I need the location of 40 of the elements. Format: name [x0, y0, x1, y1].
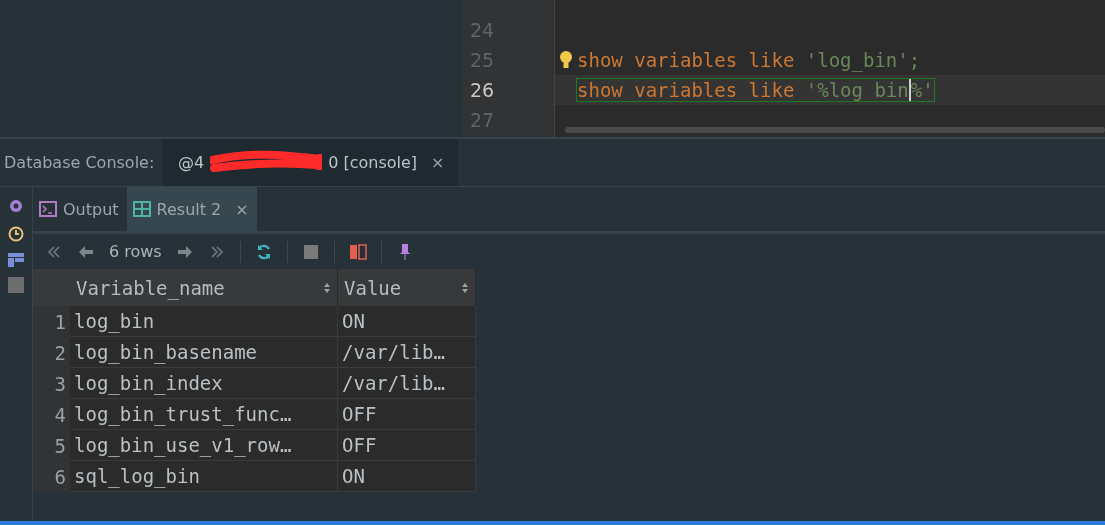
history-icon[interactable]: [7, 225, 25, 243]
code-line: show variables like 'log_bin';: [577, 49, 921, 71]
scrollbar[interactable]: [565, 127, 1105, 133]
table-cell: log_bin_trust_func…: [70, 399, 338, 430]
table-cell: log_bin: [70, 306, 338, 337]
result-tab[interactable]: Output: [33, 187, 127, 231]
table-cell: log_bin_use_v1_row…: [70, 430, 338, 461]
sort-icon[interactable]: [461, 281, 469, 294]
line-number: 26: [469, 78, 496, 103]
revert-icon[interactable]: [348, 242, 367, 261]
result-tab[interactable]: Result 2 ×: [126, 187, 257, 231]
table-cell: sql_log_bin: [70, 461, 338, 492]
table-cell: /var/lib…: [338, 337, 476, 368]
terminal-icon: [39, 201, 57, 217]
layout-icon[interactable]: [8, 253, 24, 267]
code-line: show variables like '%log_bin%': [577, 79, 934, 101]
stop-icon[interactable]: [301, 242, 320, 261]
row-number: 3: [33, 368, 70, 399]
row-number: 5: [33, 430, 70, 461]
table-cell: log_bin_index: [70, 368, 338, 399]
row-number: 6: [33, 461, 70, 492]
table-cell: log_bin_basename: [70, 337, 338, 368]
row-number: 1: [33, 306, 70, 337]
console-tab[interactable]: @4 0 [console] ×: [162, 139, 459, 186]
table-cell: OFF: [338, 399, 476, 430]
table-cell: ON: [338, 461, 476, 492]
row-number: 4: [33, 399, 70, 430]
settings-icon[interactable]: [7, 197, 25, 215]
column-header[interactable]: Variable_name: [70, 269, 338, 306]
console-label: Database Console:: [3, 153, 156, 172]
table-cell: ON: [338, 306, 476, 337]
table-corner: [33, 269, 70, 306]
table-icon: [132, 201, 151, 217]
sort-icon[interactable]: [323, 281, 331, 294]
table-cell: OFF: [338, 430, 476, 461]
row-count: 6 rows: [109, 242, 162, 261]
table-cell: /var/lib…: [338, 368, 476, 399]
column-header[interactable]: Value: [338, 269, 476, 306]
row-number: 2: [33, 337, 70, 368]
lightbulb-icon[interactable]: [559, 50, 573, 70]
